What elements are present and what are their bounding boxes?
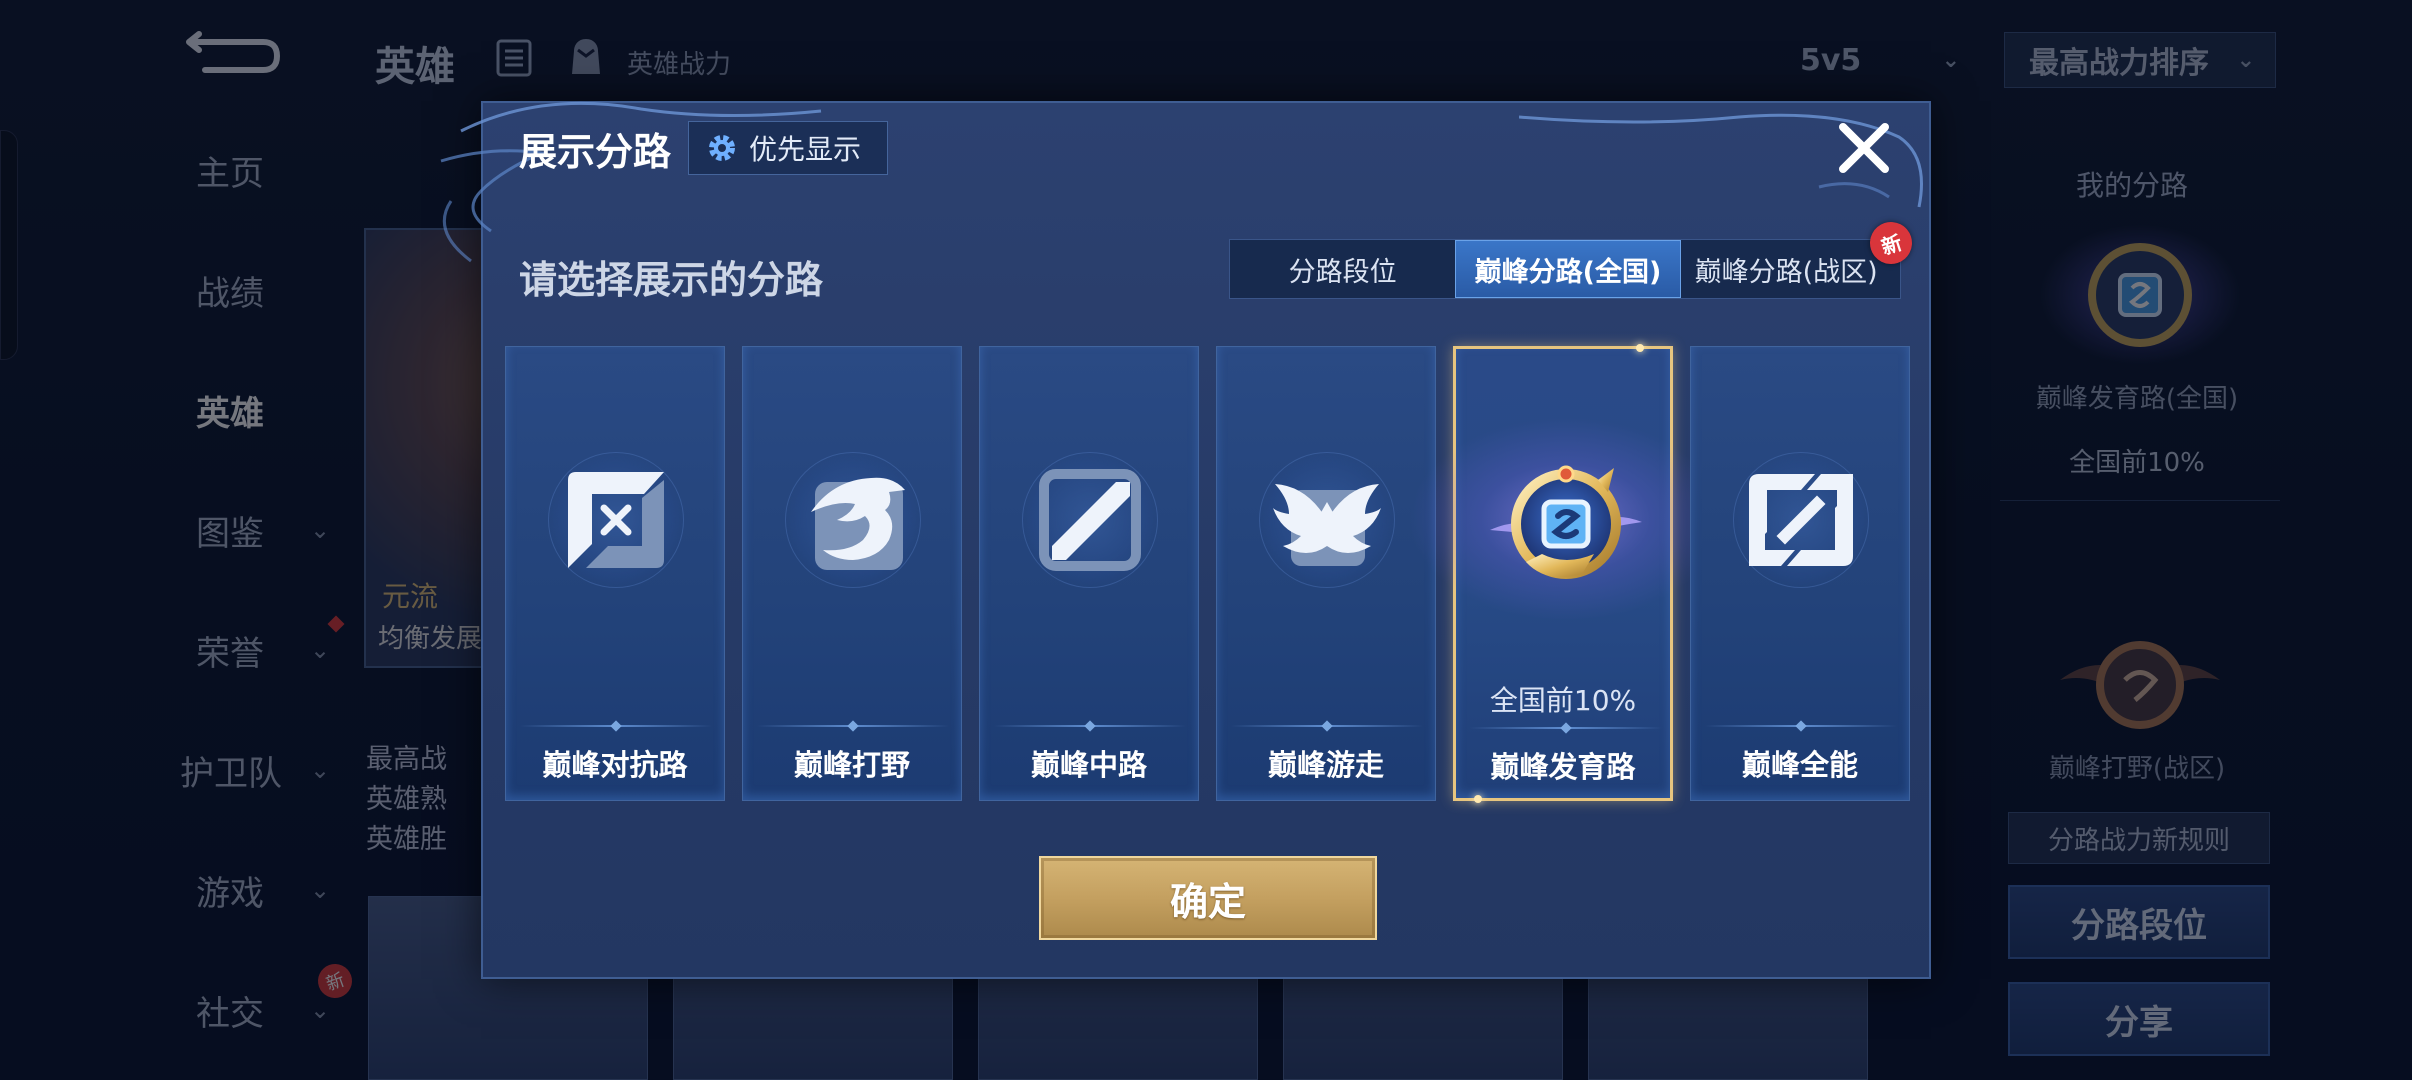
tab-lane-rank[interactable]: 分路段位 (1230, 240, 1455, 298)
mid-lane-icon (1039, 469, 1141, 571)
chevron-down-icon: ⌄ (310, 636, 331, 664)
sidebar-item-guard[interactable]: 护卫队 ⌄ (150, 740, 370, 800)
divider (2000, 500, 2280, 501)
chevron-down-icon: ⌄ (310, 996, 331, 1024)
sidebar-item-label: 荣誉 (196, 633, 264, 674)
lane-card-allround[interactable]: 巅峰全能 (1690, 346, 1910, 801)
tab-label: 巅峰分路(全国) (1474, 256, 1662, 288)
card-divider (757, 725, 949, 727)
back-button[interactable] (185, 30, 285, 80)
sidebar-item-label: 图鉴 (196, 513, 264, 554)
close-button[interactable] (1833, 117, 1895, 179)
lane-card-clash[interactable]: 巅峰对抗路 (505, 346, 725, 801)
card-divider (520, 725, 712, 727)
sidebar-item-label: 护卫队 (180, 753, 282, 794)
tab-peak-region[interactable]: 巅峰分路(战区) (1681, 240, 1900, 298)
lane-card-name: 巅峰游走 (1267, 748, 1384, 782)
sidebar-item-label: 社交 (196, 993, 264, 1034)
dialog-header: 展示分路 优先显示 (483, 103, 1929, 189)
back-arrow-icon (186, 31, 281, 73)
lane-card-name: 巅峰打野 (793, 748, 910, 782)
lane-card-farm[interactable]: 全国前10% 巅峰发育路 (1396, 344, 1736, 803)
lane-card-mid[interactable]: 巅峰中路 (979, 346, 1199, 801)
mode-select[interactable]: 5v5 ⌄ (1800, 38, 1960, 82)
tab-label: 巅峰分路(战区) (1694, 256, 1878, 288)
tab-label: 分路段位 (1288, 256, 1397, 288)
mode-value: 5v5 (1800, 42, 1862, 78)
my-lane-title: 我的分路 (2076, 169, 2189, 202)
corner-sparkle (1636, 344, 1644, 352)
tab-peak-national[interactable]: 巅峰分路(全国) (1455, 240, 1681, 298)
sidebar-item-label: 游戏 (196, 873, 264, 914)
lane-card-list: 巅峰对抗路 巅峰打野 巅峰中路 巅峰游走 全国前10% 巅峰发育路 巅峰全能 (505, 344, 1915, 803)
hero-power-icon (572, 39, 600, 74)
lane-card-rank: 全国前10% (1489, 684, 1637, 717)
dialog-title: 展示分路 (519, 130, 672, 174)
chevron-down-icon: ⌄ (1941, 47, 1960, 73)
sidebar-item-hero[interactable]: 英雄 (150, 380, 370, 440)
card-divider (1470, 727, 1662, 729)
sidebar-item-label: 主页 (196, 153, 264, 194)
sort-value: 最高战力排序 (2029, 46, 2209, 81)
lane-card-name: 巅峰对抗路 (542, 748, 688, 782)
chevron-down-icon: ⌄ (310, 516, 331, 544)
all-round-icon (1749, 474, 1853, 566)
sidebar-item-label: 战绩 (196, 273, 264, 314)
chevron-down-icon: ⌄ (2236, 47, 2255, 73)
lane-display-dialog: 展示分路 优先显示 请选择展示的分路 分路段位 巅峰分路(全国) 巅峰分路(战区… (440, 101, 1931, 979)
my-lane-name-2: 巅峰打野(战区) (2048, 754, 2226, 784)
hero-power-label[interactable]: 英雄战力 (627, 44, 731, 81)
sidebar-item-honor[interactable]: 荣誉 ⌄ (150, 615, 370, 680)
priority-display-label: 优先显示 (749, 133, 862, 166)
side-handle[interactable] (0, 130, 18, 360)
lane-card-jungle[interactable]: 巅峰打野 (742, 346, 962, 801)
gear-icon (709, 135, 735, 161)
lane-rule-button[interactable]: 分路战力新规则 (2008, 812, 2270, 864)
card-divider (1231, 725, 1423, 727)
sidebar-item-codex[interactable]: 图鉴 ⌄ (150, 500, 370, 560)
my-lane-rank: 全国前10% (2069, 448, 2205, 478)
list-icon[interactable] (495, 38, 533, 78)
jungle-dragon-icon (811, 477, 905, 570)
page-title: 英雄 (375, 44, 455, 90)
lane-card-name: 巅峰发育路 (1490, 750, 1636, 784)
card-divider (994, 725, 1186, 727)
lane-type-tabs: 分路段位 巅峰分路(全国) 巅峰分路(战区) 新 (1229, 216, 1918, 299)
share-button[interactable]: 分享 (2008, 982, 2270, 1056)
roam-wings-icon (1273, 484, 1381, 566)
sidebar-item-record[interactable]: 战绩 (150, 260, 370, 320)
chevron-down-icon: ⌄ (310, 756, 331, 784)
close-icon (1839, 123, 1889, 173)
card-divider (1705, 725, 1897, 727)
dialog-subtitle: 请选择展示的分路 (519, 258, 824, 302)
jungle-badge-icon (2060, 641, 2220, 729)
clash-lane-icon (568, 472, 664, 568)
sidebar-item-home[interactable]: 主页 (150, 140, 370, 200)
sidebar-item-social[interactable]: 社交 新 ⌄ (150, 959, 370, 1040)
hero-tag: 元流 (382, 580, 439, 613)
corner-sparkle (1474, 795, 1482, 803)
lane-card-name: 巅峰中路 (1030, 748, 1147, 782)
sort-select[interactable]: 最高战力排序 ⌄ (2004, 32, 2276, 88)
farm-lane-badge-icon (1490, 465, 1642, 579)
my-lane-name: 巅峰发育路(全国) (2035, 384, 2239, 414)
sidebar-item-game[interactable]: 游戏 ⌄ (150, 860, 370, 920)
priority-display-button[interactable]: 优先显示 (688, 121, 888, 175)
hero-style: 均衡发展 (378, 624, 483, 654)
lane-rank-button[interactable]: 分路段位 (2008, 885, 2270, 959)
lane-card-name: 巅峰全能 (1741, 748, 1858, 782)
notification-dot (327, 615, 345, 633)
sidebar-item-label: 英雄 (196, 393, 264, 434)
farm-lane-badge-icon (2040, 225, 2240, 365)
chevron-down-icon: ⌄ (310, 876, 331, 904)
confirm-button[interactable]: 确定 (1039, 856, 1377, 940)
